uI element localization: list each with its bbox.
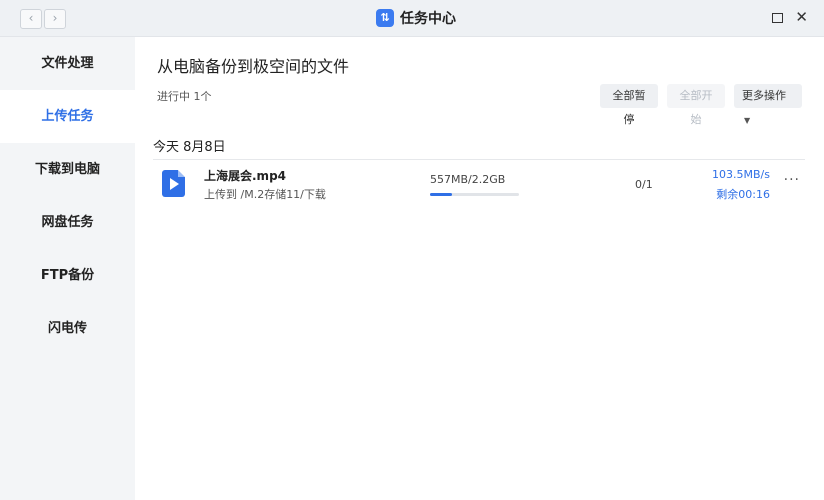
more-options-icon[interactable]: ···: [784, 172, 800, 188]
sidebar-item-upload-tasks[interactable]: 上传任务: [0, 90, 135, 143]
pause-all-button[interactable]: 全部暂停: [600, 84, 658, 126]
task-remaining-time: 剩余00:16: [716, 188, 770, 201]
task-count: 0/1: [635, 178, 653, 191]
task-speed: 103.5MB/s: [712, 168, 770, 181]
main-panel: 从电脑备份到极空间的文件 进行中 1个 全部暂停 全部开始 更多操作 ▼ 今天 8…: [135, 37, 824, 500]
window-title-group: ⇅ 任务中心: [376, 8, 456, 28]
play-icon: [170, 178, 179, 190]
back-button[interactable]: ‹: [20, 9, 42, 29]
video-file-icon: [162, 170, 185, 197]
maximize-icon[interactable]: [772, 13, 783, 23]
sidebar-item-flash-transfer[interactable]: 闪电传: [0, 302, 135, 355]
task-size: 557MB/2.2GB: [430, 173, 506, 186]
forward-button[interactable]: ›: [44, 9, 66, 29]
task-file-name: 上海展会.mp4: [204, 169, 287, 183]
page-title: 从电脑备份到极空间的文件: [157, 57, 350, 76]
sidebar-item-cloud-tasks[interactable]: 网盘任务: [0, 196, 135, 249]
navigation-buttons: ‹ ›: [20, 9, 66, 29]
sidebar-item-download-to-pc[interactable]: 下载到电脑: [0, 143, 135, 196]
divider: [153, 159, 805, 160]
caret-down-icon: ▼: [744, 116, 751, 125]
window-title: 任务中心: [400, 11, 456, 27]
in-progress-count: 进行中 1个: [157, 90, 212, 103]
title-bar: ‹ › ⇅ 任务中心 ✕: [0, 0, 824, 37]
more-actions-button[interactable]: 更多操作 ▼: [734, 84, 802, 125]
task-row[interactable]: 上海展会.mp4 上传到 /M.2存储11/下载 557MB/2.2GB 0/1…: [153, 161, 805, 211]
sidebar-item-file-processing[interactable]: 文件处理: [0, 37, 135, 90]
more-actions-label: 更多操作: [742, 89, 786, 102]
date-heading: 今天 8月8日: [153, 140, 226, 155]
start-all-button[interactable]: 全部开始: [667, 84, 725, 126]
sidebar-item-ftp-backup[interactable]: FTP备份: [0, 249, 135, 302]
sidebar: 文件处理 上传任务 下载到电脑 网盘任务 FTP备份 闪电传: [0, 37, 135, 500]
task-destination-path: 上传到 /M.2存储11/下载: [204, 188, 326, 201]
progress-bar: [430, 193, 519, 196]
task-center-window: ‹ › ⇅ 任务中心 ✕ 文件处理 上传任务 下载到电脑 网盘任务 FTP备份 …: [0, 0, 824, 500]
task-center-icon: ⇅: [376, 9, 394, 27]
close-icon[interactable]: ✕: [795, 9, 808, 25]
progress-fill: [430, 193, 453, 196]
